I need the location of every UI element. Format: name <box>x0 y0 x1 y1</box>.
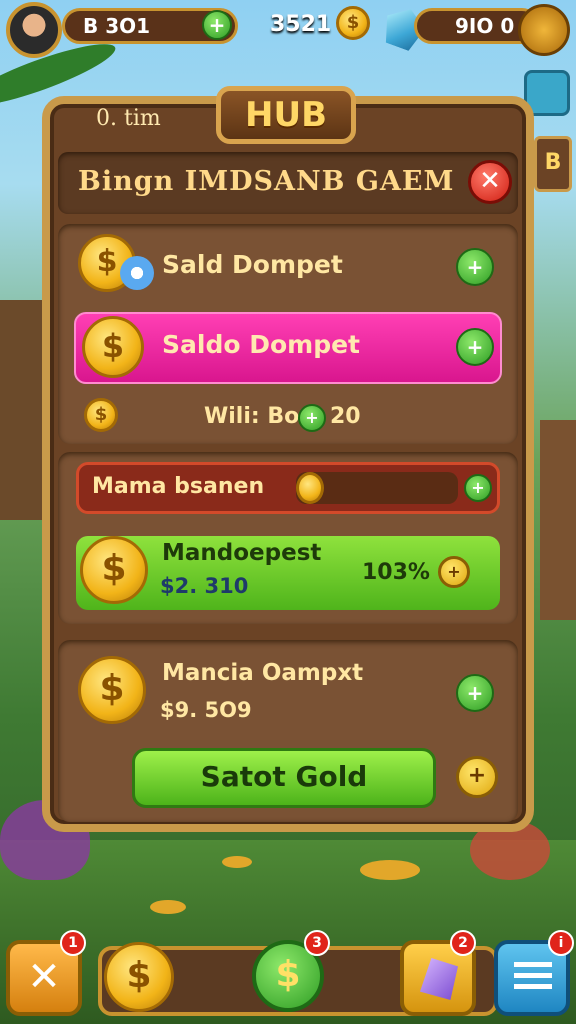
mandoepest-percent: 103% <box>362 560 430 585</box>
plus-icon: + <box>467 763 487 788</box>
add-wallet-1-button[interactable]: + <box>456 248 494 286</box>
panel-title: Bingn IMDSANB GAEM <box>78 166 455 197</box>
mandoepest-label: Mandoepest <box>162 540 322 566</box>
will-value: 20 <box>330 404 361 429</box>
plus-icon: + <box>208 13 226 37</box>
coin-symbol: $ <box>96 244 118 279</box>
coin-symbol: $ <box>346 12 360 33</box>
plus-icon: + <box>466 255 484 279</box>
coin-icon: $ <box>80 536 148 604</box>
list-icon <box>514 962 552 994</box>
coin-symbol: $ <box>101 327 125 365</box>
coin-symbol: $ <box>99 668 125 709</box>
will-plus-icon: + <box>298 404 326 432</box>
coin-symbol: $ <box>126 955 152 996</box>
notification-badge: i <box>548 930 574 956</box>
coin-icon: $ <box>82 316 144 378</box>
notification-badge: 3 <box>304 930 330 956</box>
add-mama-button[interactable]: + <box>464 474 492 502</box>
plus-icon: + <box>447 562 461 581</box>
plus-icon: + <box>466 681 484 705</box>
hub-label: HUB <box>245 95 327 135</box>
coin-nav-button[interactable]: $ <box>104 942 174 1012</box>
gold-action-button[interactable]: Satot Gold <box>132 748 436 808</box>
add-wallet-2-button[interactable]: + <box>456 328 494 366</box>
plus-icon: + <box>305 408 319 427</box>
book-label: B <box>544 150 562 175</box>
close-button[interactable]: ✕ <box>468 160 512 204</box>
coin-icon: $ <box>336 6 370 40</box>
side-book-button[interactable]: B <box>534 136 572 192</box>
coin-brush-icon: $ <box>78 656 146 724</box>
gold-button-label: Satot Gold <box>200 760 368 793</box>
coin-symbol: $ <box>101 548 127 589</box>
add-mancia-button[interactable]: + <box>456 674 494 712</box>
mancia-label: Mancia Oampxt <box>162 660 364 686</box>
plus-icon: + <box>466 335 484 359</box>
notification-badge: 1 <box>60 930 86 956</box>
plus-icon: + <box>471 478 485 497</box>
add-currency-left-button[interactable]: + <box>202 10 232 40</box>
treasure-chest-button[interactable] <box>518 4 570 56</box>
crystal-icon <box>420 958 458 1000</box>
close-icon: ✕ <box>479 166 501 196</box>
notification-badge: 2 <box>450 930 476 956</box>
mancia-value: $9. 5O9 <box>160 698 252 722</box>
dollar-icon: $ <box>275 954 301 995</box>
center-value: 3521 <box>270 12 332 37</box>
currency-left-value: B 3O1 <box>83 14 151 38</box>
flower-icon <box>120 256 154 290</box>
coin-icon <box>296 472 324 504</box>
gold-plus-button[interactable]: + <box>456 756 498 798</box>
mandoepest-action-button[interactable]: + <box>438 556 470 588</box>
currency-right-value: 9IO 0 <box>455 14 515 38</box>
wallet-label-2: Saldo Dompet <box>162 330 360 359</box>
mama-label: Mama bsanen <box>92 474 265 499</box>
coin-icon: $ <box>84 398 118 432</box>
wallet-label-1: Sald Dompet <box>162 250 343 279</box>
coin-symbol: $ <box>94 404 108 425</box>
will-text: Wili: Bo <box>204 404 300 429</box>
hub-title-tag: HUB <box>216 86 356 144</box>
player-avatar[interactable] <box>6 2 62 58</box>
panel-corner-label: 0. tim <box>96 106 161 131</box>
mandoepest-value: $2. 310 <box>160 574 249 598</box>
